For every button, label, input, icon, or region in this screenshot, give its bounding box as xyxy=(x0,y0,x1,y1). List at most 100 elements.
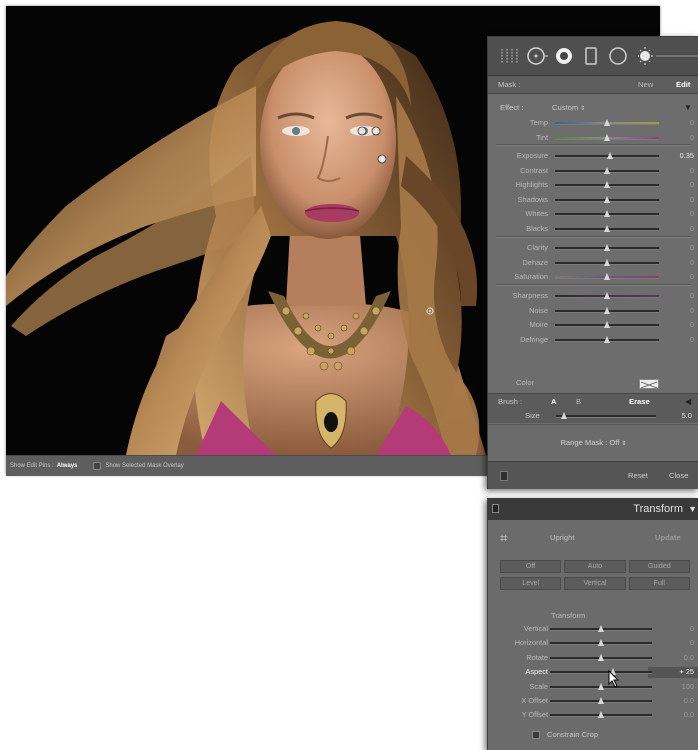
collapse-triangle-icon[interactable]: ▼ xyxy=(688,504,697,514)
slider-value[interactable]: 0 xyxy=(664,165,694,177)
transform-header[interactable]: Transform ▼ xyxy=(488,499,698,520)
slider-track[interactable] xyxy=(555,210,659,218)
reset-button[interactable]: Reset xyxy=(628,471,648,480)
panel-switch-icon[interactable] xyxy=(492,504,499,513)
slider-thumb[interactable] xyxy=(603,244,610,251)
slider-thumb[interactable] xyxy=(603,210,610,218)
spot-removal-icon[interactable] xyxy=(584,46,598,66)
mask-edit-button[interactable]: Edit xyxy=(676,76,690,93)
slider-thumb[interactable] xyxy=(597,711,604,719)
slider-thumb[interactable] xyxy=(603,335,610,343)
slider-track[interactable] xyxy=(555,195,659,203)
slider-track[interactable] xyxy=(550,625,652,632)
slider-value[interactable]: 0 xyxy=(664,242,694,254)
size-value[interactable]: 5.0 xyxy=(664,409,692,423)
upright-level-button[interactable]: Level xyxy=(500,577,562,590)
slider-thumb[interactable] xyxy=(597,653,604,661)
red-eye-icon[interactable] xyxy=(608,46,628,66)
slider-track[interactable] xyxy=(555,225,659,232)
slider-thumb[interactable] xyxy=(603,273,610,281)
upright-auto-button[interactable]: Auto xyxy=(564,560,626,573)
brush-erase-button[interactable]: Erase xyxy=(629,394,650,409)
slider-track[interactable] xyxy=(555,258,659,266)
slider-value[interactable]: 0 xyxy=(664,334,694,346)
show-edit-pins-dropdown[interactable]: Always xyxy=(57,463,78,469)
slider-track[interactable] xyxy=(555,321,659,329)
slider-thumb[interactable] xyxy=(603,119,610,126)
slider-track[interactable] xyxy=(555,273,659,281)
slider-track[interactable] xyxy=(550,653,652,661)
range-mask-dropdown[interactable]: Range Mask : Off ⇕ xyxy=(488,424,698,461)
slider-thumb[interactable] xyxy=(603,181,610,189)
collapse-triangle-icon[interactable]: ▼ xyxy=(684,102,692,114)
slider-track[interactable] xyxy=(550,711,652,719)
upright-vertical-button[interactable]: Vertical xyxy=(564,577,626,590)
slider-value[interactable]: 0.0 xyxy=(664,695,694,707)
slider-track[interactable] xyxy=(555,152,659,159)
close-button[interactable]: Close xyxy=(669,471,688,480)
slider-thumb[interactable] xyxy=(603,258,610,266)
slider-thumb[interactable] xyxy=(561,412,567,419)
adjustment-brush-icon[interactable] xyxy=(554,46,574,66)
brush-size-icon[interactable] xyxy=(638,46,698,66)
slider-track[interactable] xyxy=(555,292,659,299)
crop-icon[interactable]: ⌗ xyxy=(500,530,507,546)
collapse-triangle-icon[interactable]: ◀ xyxy=(685,394,691,409)
slider-track[interactable] xyxy=(550,682,652,690)
slider-value[interactable]: 0 xyxy=(664,637,694,649)
slider-value[interactable]: 0 xyxy=(664,117,694,129)
slider-thumb[interactable] xyxy=(603,321,610,329)
slider-track[interactable] xyxy=(555,181,659,189)
mask-overlay-checkbox[interactable] xyxy=(93,462,102,470)
constrain-crop-checkbox[interactable] xyxy=(532,731,540,739)
slider-thumb[interactable] xyxy=(603,225,610,232)
update-button[interactable]: Update xyxy=(655,533,681,542)
slider-value[interactable]: 0.0 xyxy=(664,709,694,721)
slider-track[interactable] xyxy=(550,668,652,676)
slider-value[interactable]: 0 xyxy=(664,305,694,317)
slider-track[interactable] xyxy=(550,639,652,647)
slider-value[interactable]: 0 xyxy=(664,623,694,635)
slider-thumb[interactable] xyxy=(597,697,604,704)
slider-thumb[interactable] xyxy=(603,292,610,299)
effect-preset-dropdown[interactable]: Custom ⇕ xyxy=(552,102,585,115)
mask-new-button[interactable]: New xyxy=(638,76,653,93)
slider-value[interactable]: 0 xyxy=(664,194,694,206)
slider-track[interactable] xyxy=(555,133,659,141)
slider-value[interactable]: 0.0 xyxy=(664,652,694,664)
upright-full-button[interactable]: Full xyxy=(628,577,690,590)
slider-thumb[interactable] xyxy=(603,133,610,141)
slider-track[interactable] xyxy=(555,335,659,343)
slider-value[interactable]: 0.35 xyxy=(664,150,694,162)
radial-filter-icon[interactable] xyxy=(526,46,548,66)
slider-thumb[interactable] xyxy=(603,195,610,203)
slider-value[interactable]: 0 xyxy=(664,208,694,220)
slider-track[interactable] xyxy=(555,166,659,174)
slider-value[interactable]: 0 xyxy=(664,319,694,331)
size-slider[interactable] xyxy=(556,412,656,419)
slider-thumb[interactable] xyxy=(597,682,604,690)
slider-thumb[interactable] xyxy=(603,166,610,174)
slider-value[interactable]: 0 xyxy=(664,223,694,235)
upright-off-button[interactable]: Off xyxy=(500,560,562,573)
slider-value[interactable]: 0 xyxy=(664,271,694,283)
slider-value[interactable]: 0 xyxy=(664,132,694,144)
upright-guided-button[interactable]: Guided xyxy=(628,560,690,573)
slider-track[interactable] xyxy=(555,244,659,251)
slider-value[interactable]: 100 xyxy=(664,681,694,693)
slider-thumb[interactable] xyxy=(597,625,604,632)
slider-value[interactable]: 0 xyxy=(664,257,694,269)
slider-thumb[interactable] xyxy=(597,639,604,647)
slider-value[interactable]: 0 xyxy=(664,290,694,302)
slider-thumb[interactable] xyxy=(603,306,610,314)
slider-value[interactable]: 0 xyxy=(664,179,694,191)
color-swatch[interactable] xyxy=(639,379,659,389)
slider-thumb[interactable] xyxy=(606,152,613,159)
slider-track[interactable] xyxy=(550,697,652,704)
slider-track[interactable] xyxy=(555,306,659,314)
slider-value[interactable]: + 25 xyxy=(664,666,694,678)
panel-toggle-switch[interactable] xyxy=(500,471,508,481)
slider-track[interactable] xyxy=(555,119,659,126)
brush-a-button[interactable]: A xyxy=(551,394,556,409)
brush-b-button[interactable]: B xyxy=(576,394,581,409)
